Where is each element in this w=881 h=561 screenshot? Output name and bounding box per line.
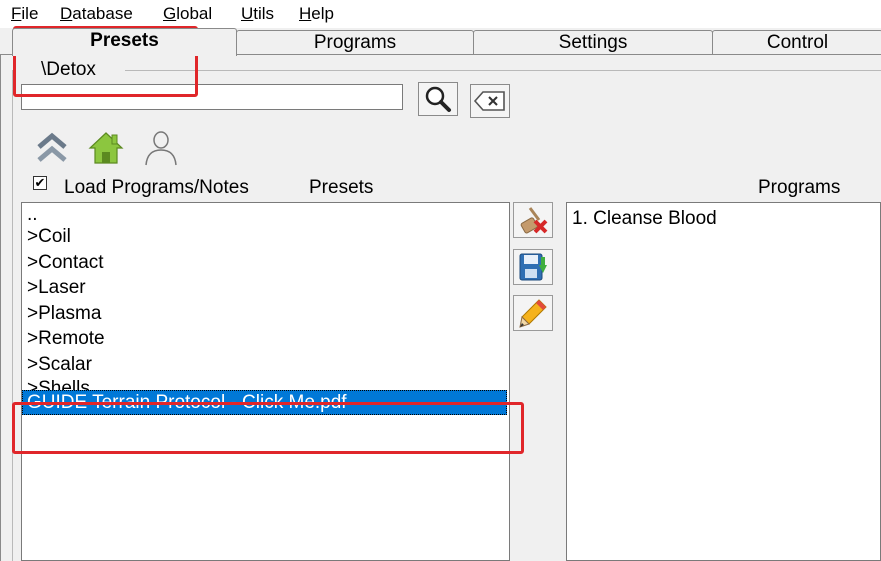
up-level-button[interactable] <box>33 129 71 167</box>
double-chevron-up-icon <box>34 130 70 166</box>
group-border-top <box>125 70 881 71</box>
clear-search-button[interactable] <box>470 84 510 118</box>
list-item[interactable]: >Plasma <box>22 301 509 327</box>
load-notes-checkbox[interactable]: ✔ <box>33 176 47 190</box>
edit-preset-button[interactable] <box>513 295 553 331</box>
list-item[interactable]: >Coil <box>22 224 509 250</box>
magnifier-icon <box>423 85 453 113</box>
save-disk-icon <box>517 251 549 283</box>
clear-backspace-icon <box>473 89 507 113</box>
menu-global[interactable]: Global <box>163 4 212 24</box>
search-button[interactable] <box>418 82 458 116</box>
menu-global-label: lobal <box>176 4 212 23</box>
menu-utils-mnemonic: U <box>241 4 253 23</box>
programs-list[interactable]: 1. Cleanse Blood <box>566 202 881 561</box>
home-icon <box>87 130 125 166</box>
user-button[interactable] <box>142 129 180 167</box>
menu-help-mnemonic: H <box>299 4 311 23</box>
list-item[interactable]: .. <box>22 205 509 224</box>
tab-settings[interactable]: Settings <box>473 30 713 55</box>
menu-help-label: elp <box>311 4 334 23</box>
menu-help[interactable]: Help <box>299 4 334 24</box>
list-item-selected[interactable]: GUIDE Terrain Protocol - Click Me.pdf <box>22 390 507 415</box>
tab-control[interactable]: Control <box>712 30 881 55</box>
user-icon <box>142 129 180 167</box>
pencil-icon <box>517 297 549 329</box>
list-item[interactable]: >Contact <box>22 250 509 276</box>
list-item[interactable]: >Scalar <box>22 352 509 378</box>
menu-file-label: ile <box>21 4 38 23</box>
menu-database-mnemonic: D <box>60 4 72 23</box>
list-item[interactable]: >Laser <box>22 275 509 301</box>
tab-presets[interactable]: Presets <box>12 28 237 56</box>
programs-header: Programs <box>758 177 840 199</box>
group-border-left <box>12 70 13 561</box>
menu-utils-label: tils <box>253 4 274 23</box>
load-notes-label: Load Programs/Notes <box>64 177 249 199</box>
current-path: \Detox <box>41 59 96 81</box>
menu-file[interactable]: File <box>11 4 38 24</box>
presets-list[interactable]: .. >Coil >Contact >Laser >Plasma >Remote… <box>21 202 510 561</box>
save-preset-button[interactable] <box>513 249 553 285</box>
menu-database-label: atabase <box>72 4 133 23</box>
tab-programs[interactable]: Programs <box>236 30 474 55</box>
eraser-delete-icon <box>517 204 549 236</box>
menu-bar: File Database Global Utils Help <box>0 0 881 28</box>
delete-preset-button[interactable] <box>513 202 553 238</box>
menu-global-mnemonic: G <box>163 4 176 23</box>
menu-utils[interactable]: Utils <box>241 4 274 24</box>
home-button[interactable] <box>87 129 125 167</box>
menu-database[interactable]: Database <box>60 4 133 24</box>
search-input[interactable] <box>21 84 403 110</box>
list-item[interactable]: >Remote <box>22 326 509 352</box>
list-item[interactable]: 1. Cleanse Blood <box>567 203 880 231</box>
list-item[interactable]: >Shells <box>22 377 509 390</box>
window-frame-left <box>0 55 1 561</box>
presets-header: Presets <box>309 177 373 199</box>
menu-file-mnemonic: F <box>11 4 21 23</box>
